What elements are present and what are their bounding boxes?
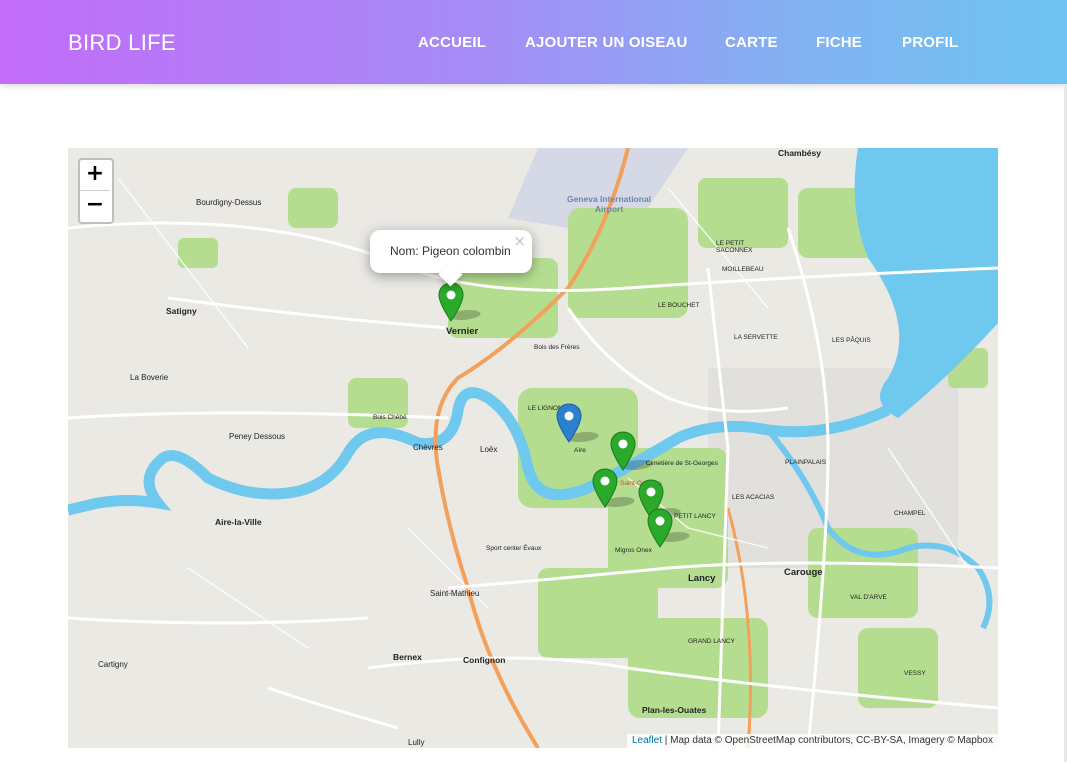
place-label: PLAINPALAIS (785, 459, 827, 466)
bird-marker-green-icon[interactable] (592, 468, 618, 508)
place-label: Satigny (166, 306, 197, 316)
place-label: LES PÂQUIS (832, 337, 871, 344)
map-attribution: Leaflet | Map data © OpenStreetMap contr… (626, 734, 998, 748)
place-label: Migros Onex (615, 547, 652, 554)
place-label: Saint-Mathieu (430, 589, 480, 598)
nav-accueil[interactable]: ACCUEIL (418, 34, 486, 51)
top-navbar: BIRD LIFE ACCUEIL AJOUTER UN OISEAU CART… (0, 0, 1067, 84)
bird-marker-green-icon[interactable] (610, 431, 636, 471)
place-label: VESSY (904, 670, 926, 677)
place-label: Cartigny (98, 660, 128, 669)
place-label: Carouge (784, 567, 823, 578)
place-label: Loëx (480, 445, 498, 454)
place-label: MOILLEBEAU (722, 266, 764, 273)
brand-logo[interactable]: BIRD LIFE (68, 30, 176, 56)
place-label: LE BOUCHET (658, 302, 700, 309)
place-label: CHAMPEL (894, 510, 926, 517)
bird-marker-blue-icon[interactable] (556, 403, 582, 443)
bird-marker-green-icon[interactable] (438, 282, 464, 322)
place-label: LA SERVETTE (734, 334, 778, 341)
place-label: Chambésy (778, 148, 821, 158)
place-label: Chèvres (413, 443, 443, 452)
popup-bird-name: Nom: Pigeon colombin (390, 244, 511, 258)
nav-fiche[interactable]: FICHE (816, 34, 862, 51)
place-label: Lully (408, 738, 425, 747)
attribution-text: | Map data © OpenStreetMap contributors,… (662, 735, 993, 746)
nav-profil[interactable]: PROFIL (902, 34, 958, 51)
place-label: Peney Dessous (229, 432, 286, 441)
close-icon[interactable]: × (513, 232, 526, 250)
place-label: Lancy (688, 573, 716, 584)
marker-popup: Nom: Pigeon colombin × (370, 230, 532, 287)
place-label: Bourdigny-Dessus (196, 198, 262, 207)
place-label: PETIT LANCY (674, 513, 716, 520)
nav-ajouter-oiseau[interactable]: AJOUTER UN OISEAU (525, 34, 688, 51)
place-label: Bernex (393, 652, 422, 662)
zoom-control: + − (78, 158, 114, 224)
leaflet-link[interactable]: Leaflet (632, 735, 662, 746)
place-label: Confignon (463, 655, 506, 665)
place-label: Geneva International Airport (566, 194, 652, 214)
place-label: LES ACACIAS (732, 494, 775, 501)
zoom-out-button[interactable]: − (80, 191, 110, 221)
place-label: VAL D'ARVE (850, 594, 887, 601)
place-label: Aire-la-Ville (215, 517, 262, 527)
place-label: Bois Chébé (373, 414, 407, 421)
place-label: Bois des Frères (534, 344, 580, 351)
place-label: Plan-les-Ouates (642, 705, 707, 715)
bird-map[interactable]: Chambésy Bourdigny-Dessus Satigny Vernie… (68, 148, 998, 748)
place-label: Cimetière de St-Georges (646, 460, 718, 467)
place-label: Vernier (446, 326, 479, 337)
place-label: GRAND LANCY (688, 638, 735, 645)
zoom-in-button[interactable]: + (80, 160, 110, 191)
place-label: La Boverie (130, 373, 169, 382)
place-label: Sport center Évaux (486, 545, 542, 552)
map-tiles[interactable] (68, 148, 998, 748)
place-label: LE PETIT SACONNEX (716, 240, 753, 254)
bird-marker-green-icon[interactable] (647, 508, 673, 548)
nav-carte[interactable]: CARTE (725, 34, 778, 51)
place-label: Aïre (574, 447, 586, 454)
